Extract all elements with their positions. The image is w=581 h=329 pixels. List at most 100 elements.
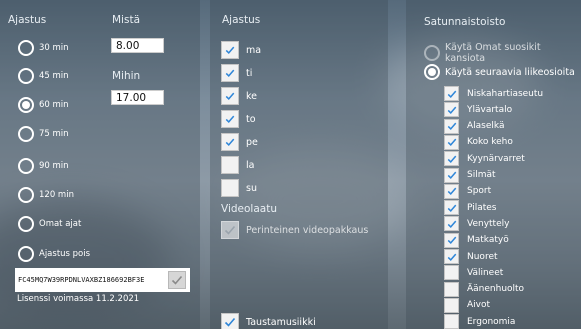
day-checkbox[interactable] <box>221 133 239 151</box>
radio-selected-dot <box>428 68 436 76</box>
checkmark-icon <box>447 171 456 180</box>
checkmark-icon <box>447 138 456 147</box>
day-label: ma <box>246 44 262 56</box>
checkmark-icon <box>447 90 456 98</box>
background-music-checkbox-row[interactable]: Taustamusiikki <box>221 313 316 329</box>
day-label: pe <box>246 136 258 148</box>
day-checkbox[interactable] <box>221 156 239 174</box>
section-checkbox-row-13[interactable]: Aivot <box>444 297 491 313</box>
section-checkbox[interactable] <box>444 314 459 329</box>
section-label: Aivot <box>467 300 491 311</box>
section-checkbox[interactable] <box>444 281 459 297</box>
day-checkbox-row-2[interactable]: ke <box>221 87 257 105</box>
traditional-video-checkbox[interactable] <box>221 221 239 239</box>
day-checkbox-row-4[interactable]: pe <box>221 133 258 151</box>
radio-button[interactable] <box>18 216 34 232</box>
section-checkbox-row-14[interactable]: Ergonomia <box>444 314 515 329</box>
section-checkbox-row-7[interactable]: Pilates <box>444 200 497 216</box>
radio-button[interactable] <box>424 45 440 61</box>
random-option-1[interactable]: Käytä seuraavia liikeosioita <box>424 64 575 80</box>
section-checkbox-row-11[interactable]: Välineet <box>444 265 503 281</box>
section-checkbox-row-6[interactable]: Sport <box>444 183 491 199</box>
day-checkbox[interactable] <box>221 110 239 128</box>
section-checkbox-row-1[interactable]: Ylävartalo <box>444 102 513 118</box>
radio-button[interactable] <box>18 246 34 262</box>
section-checkbox-row-9[interactable]: Matkatyö <box>444 232 509 248</box>
schedule-option-4[interactable]: 90 min <box>18 158 69 174</box>
license-confirm-button[interactable] <box>168 271 186 289</box>
schedule-option-label: 75 min <box>39 129 69 139</box>
section-checkbox[interactable] <box>444 118 459 134</box>
section-checkbox[interactable] <box>444 151 459 167</box>
schedule-option-label: 60 min <box>39 100 69 110</box>
day-checkbox-row-3[interactable]: to <box>221 110 256 128</box>
checkmark-icon <box>447 204 456 212</box>
radio-button[interactable] <box>18 97 34 113</box>
day-checkbox-row-6[interactable]: su <box>221 179 257 197</box>
schedule-option-3[interactable]: 75 min <box>18 126 69 142</box>
day-checkbox-row-1[interactable]: ti <box>221 64 252 82</box>
section-checkbox[interactable] <box>444 102 459 118</box>
day-checkbox[interactable] <box>221 179 239 197</box>
section-checkbox[interactable] <box>444 183 459 199</box>
traditional-video-checkbox-row[interactable]: Perinteinen videopakkaus <box>221 221 368 239</box>
schedule-option-label: 120 min <box>39 190 74 200</box>
day-label: to <box>246 113 256 125</box>
radio-button[interactable] <box>18 187 34 203</box>
to-label: Mihin <box>112 70 141 82</box>
section-checkbox[interactable] <box>444 265 459 281</box>
schedule-option-2[interactable]: 60 min <box>18 97 69 113</box>
license-validity-text: Lisenssi voimassa 11.2.2021 <box>17 294 140 304</box>
license-key-field[interactable]: FC45MQ7W39RPDNLVAXBZ186692BF3E <box>15 268 190 292</box>
traditional-video-label: Perinteinen videopakkaus <box>246 224 369 236</box>
from-time-input[interactable]: 8.00 <box>111 38 164 53</box>
section-checkbox[interactable] <box>444 86 459 101</box>
section-label: Alaselkä <box>467 121 505 132</box>
section-checkbox[interactable] <box>444 216 459 232</box>
section-label: Ylävartalo <box>467 104 513 115</box>
section-checkbox-row-2[interactable]: Alaselkä <box>444 118 505 134</box>
random-option-0[interactable]: Käytä Omat suosikit kansiota <box>424 42 581 64</box>
schedule-option-7[interactable]: Ajastus pois <box>18 246 90 262</box>
radio-button[interactable] <box>18 126 34 142</box>
random-option-label: Käytä Omat suosikit kansiota <box>445 42 541 64</box>
section-checkbox[interactable] <box>444 249 459 264</box>
schedule-option-6[interactable]: Omat ajat <box>18 216 81 232</box>
day-checkbox[interactable] <box>221 41 239 59</box>
radio-button[interactable] <box>18 68 34 84</box>
section-checkbox-row-4[interactable]: Kyynärvarret <box>444 151 525 167</box>
section-checkbox-row-5[interactable]: Silmät <box>444 167 496 183</box>
section-checkbox[interactable] <box>444 167 459 183</box>
section-checkbox[interactable] <box>444 232 459 248</box>
day-label: la <box>246 159 255 171</box>
random-playback-header: Satunnaistoisto <box>424 16 506 28</box>
section-checkbox-row-10[interactable]: Nuoret <box>444 249 498 264</box>
checkmark-icon <box>447 220 456 228</box>
section-checkbox[interactable] <box>444 200 459 216</box>
radio-button[interactable] <box>18 40 34 56</box>
schedule-option-0[interactable]: 30 min <box>18 40 69 56</box>
section-checkbox[interactable] <box>444 297 459 313</box>
section-label: Silmät <box>467 170 496 180</box>
day-checkbox-row-0[interactable]: ma <box>221 41 261 59</box>
day-label: ke <box>246 90 258 102</box>
section-checkbox[interactable] <box>444 134 459 150</box>
checkmark-icon <box>447 236 456 245</box>
checkmark-icon <box>225 92 235 101</box>
checkmark-icon <box>447 187 456 196</box>
day-checkbox[interactable] <box>221 64 239 82</box>
background-music-checkbox[interactable] <box>221 313 239 329</box>
section-checkbox-row-3[interactable]: Koko keho <box>444 134 513 150</box>
day-checkbox-row-5[interactable]: la <box>221 156 254 174</box>
section-checkbox-row-0[interactable]: Niskahartiaseutu <box>444 86 543 101</box>
section-checkbox-row-8[interactable]: Venyttely <box>444 216 509 232</box>
schedule-option-1[interactable]: 45 min <box>18 68 69 84</box>
schedule-option-5[interactable]: 120 min <box>18 187 74 203</box>
to-time-input[interactable]: 17.00 <box>111 90 164 105</box>
radio-button[interactable] <box>424 64 440 80</box>
day-checkbox[interactable] <box>221 87 239 105</box>
radio-button[interactable] <box>18 158 34 174</box>
section-label: Ergonomia <box>467 316 516 327</box>
section-checkbox-row-12[interactable]: Äänenhuolto <box>444 281 524 297</box>
schedule-option-label: 45 min <box>39 71 69 81</box>
